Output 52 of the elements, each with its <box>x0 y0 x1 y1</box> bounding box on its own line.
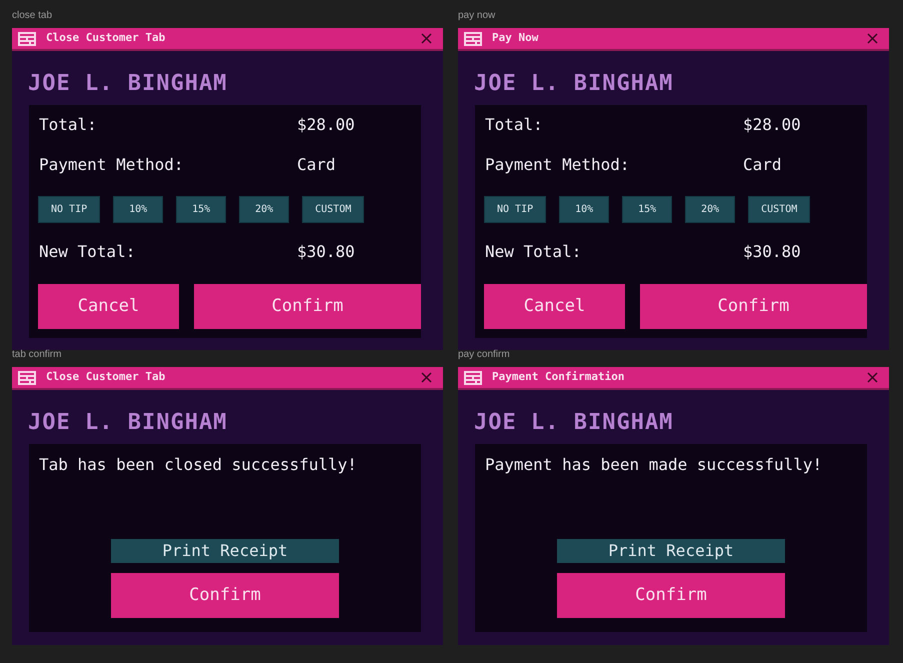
success-message: Payment has been made successfully! <box>485 455 822 474</box>
window-title: Close Customer Tab <box>46 369 166 386</box>
tip-button[interactable]: 10% <box>559 196 610 223</box>
tip-button[interactable]: CUSTOM <box>302 196 364 223</box>
table-icon <box>464 32 482 46</box>
customer-name: JOE L. BINGHAM <box>474 408 674 436</box>
window-title: Payment Confirmation <box>492 369 626 386</box>
field-label: New Total: <box>485 241 582 263</box>
window-title: Pay Now <box>492 30 540 46</box>
tip-button[interactable]: 15% <box>176 196 226 223</box>
print-receipt-button[interactable]: Print Receipt <box>557 539 785 563</box>
tip-button[interactable]: 20% <box>685 196 736 223</box>
field-value: $30.80 <box>297 241 355 263</box>
field-value: $30.80 <box>743 241 801 263</box>
field-value: $28.00 <box>297 114 355 136</box>
field-value: Card <box>297 154 336 176</box>
success-message: Tab has been closed successfully! <box>39 455 357 474</box>
close-icon[interactable] <box>421 372 432 383</box>
cancel-button[interactable]: Cancel <box>484 284 625 329</box>
close-icon[interactable] <box>867 33 878 44</box>
print-receipt-button[interactable]: Print Receipt <box>111 539 339 563</box>
tip-button[interactable]: 20% <box>239 196 290 223</box>
confirm-button[interactable]: Confirm <box>640 284 867 329</box>
frame-label: pay now <box>458 9 496 23</box>
field-label: New Total: <box>39 241 136 263</box>
tip-button[interactable]: NO TIP <box>484 196 546 223</box>
tip-button[interactable]: 15% <box>622 196 672 223</box>
confirm-button[interactable]: Confirm <box>111 573 339 618</box>
confirm-button[interactable]: Confirm <box>194 284 421 329</box>
frame-label: close tab <box>12 9 52 23</box>
field-value: Card <box>743 154 782 176</box>
tip-button[interactable]: 10% <box>113 196 164 223</box>
tip-button[interactable]: NO TIP <box>38 196 100 223</box>
customer-name: JOE L. BINGHAM <box>28 408 228 436</box>
frame-label: tab confirm <box>12 348 62 362</box>
customer-name: JOE L. BINGHAM <box>28 70 228 98</box>
table-icon <box>18 370 36 384</box>
table-icon <box>464 370 482 384</box>
field-value: $28.00 <box>743 114 801 136</box>
customer-name: JOE L. BINGHAM <box>474 70 674 98</box>
close-icon[interactable] <box>867 372 878 383</box>
table-icon <box>18 32 36 46</box>
frame-label: pay confirm <box>458 348 510 362</box>
window-title: Close Customer Tab <box>46 30 166 46</box>
close-icon[interactable] <box>421 33 432 44</box>
field-label: Payment Method: <box>39 154 184 176</box>
confirm-button[interactable]: Confirm <box>557 573 785 618</box>
field-label: Total: <box>485 114 544 136</box>
field-label: Payment Method: <box>485 154 630 176</box>
cancel-button[interactable]: Cancel <box>38 284 179 329</box>
tip-button[interactable]: CUSTOM <box>748 196 810 223</box>
field-label: Total: <box>39 114 98 136</box>
